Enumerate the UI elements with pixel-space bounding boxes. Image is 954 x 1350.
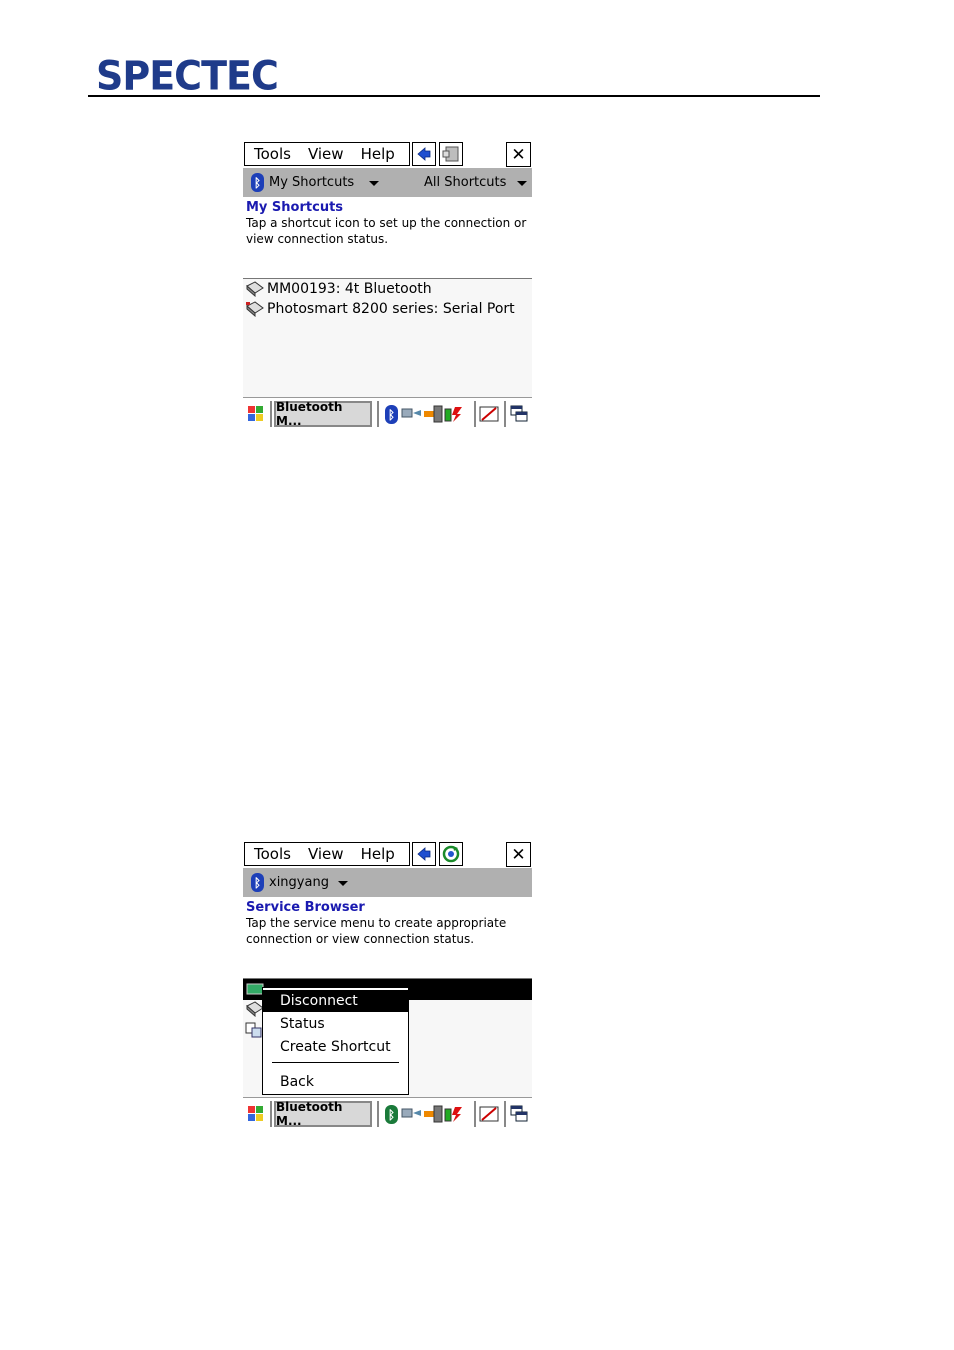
all-shortcuts-dropdown[interactable]: All Shortcuts (424, 175, 506, 190)
taskbar-app-button[interactable]: Bluetooth M... (274, 400, 372, 428)
menu-help[interactable]: Help (344, 145, 395, 163)
section-description: Tap the service menu to create appropria… (246, 916, 507, 946)
bluetooth-tray-icon[interactable]: ᛒ (385, 1105, 398, 1124)
bluetooth-tray-icon[interactable]: ᛒ (385, 405, 398, 424)
bluetooth-icon: ᛒ (251, 873, 264, 892)
menu-help[interactable]: Help (344, 845, 395, 863)
section-description: Tap a shortcut icon to set up the connec… (246, 216, 527, 246)
spectec-logo: SPECTEC (96, 52, 279, 100)
chevron-down-icon[interactable] (338, 881, 348, 886)
back-arrow-icon (417, 147, 431, 161)
taskbar: Bluetooth M... ᛒ (243, 397, 532, 430)
device-icon (246, 301, 264, 317)
back-arrow-icon (417, 847, 431, 861)
windows-start-icon[interactable] (246, 404, 266, 424)
screenshot-service-browser: Tools View Help ✕ ᛒ xingyang Service Bro… (243, 841, 532, 1130)
network-tray-icon[interactable] (401, 1106, 423, 1122)
service-icon (245, 1022, 262, 1038)
menu-tools[interactable]: Tools (245, 845, 291, 863)
network-tray-icon[interactable] (401, 406, 423, 422)
list-item[interactable]: MM00193: 4t Bluetooth (245, 281, 432, 297)
menu-view[interactable]: View (291, 145, 344, 163)
list-item[interactable]: Photosmart 8200 series: Serial Port (245, 301, 515, 317)
my-shortcuts-dropdown[interactable]: My Shortcuts (269, 175, 354, 190)
device-selector-bar: ᛒ xingyang (243, 868, 532, 897)
taskbar-app-button[interactable]: Bluetooth M... (274, 1100, 372, 1128)
power-tray-icon[interactable] (424, 1105, 464, 1123)
taskbar-separator (504, 401, 506, 427)
close-button[interactable]: ✕ (506, 142, 531, 167)
shortcut-label: MM00193: 4t Bluetooth (267, 281, 432, 297)
taskbar-separator (377, 1101, 379, 1127)
taskbar-separator (504, 1101, 506, 1127)
section-title: My Shortcuts (246, 200, 344, 215)
taskbar: Bluetooth M... ᛒ (243, 1097, 532, 1130)
view-toggle-button[interactable] (439, 142, 463, 166)
screenshot-my-shortcuts: Tools View Help ✕ ᛒ My Shortcuts All Sho… (243, 141, 532, 430)
menu-item-back[interactable]: Back (263, 1071, 408, 1093)
device-dropdown[interactable]: xingyang (269, 875, 329, 890)
section-title: Service Browser (246, 900, 365, 915)
windows-start-icon[interactable] (246, 1104, 266, 1124)
menu-separator (272, 1062, 399, 1063)
windows-switch-icon[interactable] (509, 404, 529, 424)
taskbar-separator (270, 1101, 272, 1127)
menu-item-disconnect[interactable]: Disconnect (263, 990, 408, 1012)
back-button[interactable] (412, 842, 436, 866)
taskbar-separator (377, 401, 379, 427)
close-button[interactable]: ✕ (506, 842, 531, 867)
context-menu: Disconnect Status Create Shortcut Back (262, 987, 409, 1095)
taskbar-separator (270, 401, 272, 427)
refresh-button[interactable] (439, 842, 463, 866)
refresh-icon (442, 845, 460, 863)
menu-item-create-shortcut[interactable]: Create Shortcut (263, 1036, 408, 1058)
menu-bar: Tools View Help ✕ (243, 841, 532, 868)
menu-box: Tools View Help (244, 842, 410, 866)
menu-box: Tools View Help (244, 142, 410, 166)
back-button[interactable] (412, 142, 436, 166)
input-panel-icon[interactable] (479, 1104, 499, 1124)
menu-item-status[interactable]: Status (263, 1013, 408, 1035)
bluetooth-icon: ᛒ (251, 173, 264, 192)
power-tray-icon[interactable] (424, 405, 464, 423)
device-icon (246, 281, 264, 297)
shortcut-label: Photosmart 8200 series: Serial Port (267, 301, 515, 317)
menu-tools[interactable]: Tools (245, 145, 291, 163)
shortcut-filter-bar: ᛒ My Shortcuts All Shortcuts (243, 168, 532, 197)
input-panel-icon[interactable] (479, 404, 499, 424)
chevron-down-icon[interactable] (369, 181, 379, 186)
header-rule (88, 95, 820, 97)
document-icon (442, 146, 459, 162)
taskbar-separator (474, 401, 476, 427)
shortcut-list: MM00193: 4t Bluetooth Photosmart 8200 se… (243, 279, 532, 398)
menu-bar: Tools View Help ✕ (243, 141, 532, 168)
windows-switch-icon[interactable] (509, 1104, 529, 1124)
menu-view[interactable]: View (291, 845, 344, 863)
chevron-down-icon[interactable] (517, 181, 527, 186)
taskbar-separator (474, 1101, 476, 1127)
